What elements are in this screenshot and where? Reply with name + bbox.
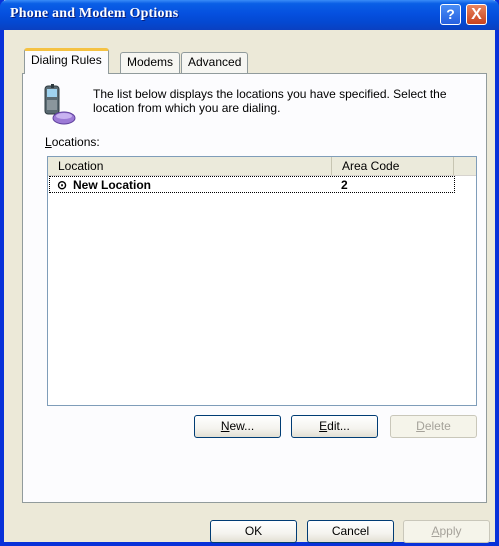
list-item[interactable]: ⊙ New Location 2 [49, 176, 455, 193]
new-button-rest: ew... [229, 419, 255, 433]
help-icon: ? [446, 6, 455, 22]
locations-list[interactable]: Location Area Code ⊙ New Location 2 [47, 156, 477, 406]
title-bar[interactable]: Phone and Modem Options ? X [0, 0, 499, 30]
delete-button-accel: D [416, 419, 425, 433]
phone-modem-options-dialog: Phone and Modem Options ? X Dialing Rule… [0, 0, 499, 546]
dialing-rules-panel: The list below displays the locations yo… [22, 73, 487, 503]
delete-button-rest: elete [424, 419, 451, 433]
locations-label-accel: L [45, 135, 52, 149]
apply-button-accel: A [431, 524, 440, 538]
tab-modems[interactable]: Modems [120, 52, 181, 73]
cell-phone-icon [44, 84, 76, 125]
delete-button[interactable]: Delete [390, 415, 477, 438]
close-button[interactable]: X [466, 4, 487, 25]
cancel-button[interactable]: Cancel [307, 520, 394, 543]
apply-button-rest: pply [439, 524, 462, 538]
column-header-area-code[interactable]: Area Code [332, 157, 454, 175]
edit-button[interactable]: Edit... [291, 415, 378, 438]
column-header-location[interactable]: Location [48, 157, 332, 175]
list-header: Location Area Code [48, 157, 476, 176]
tab-label: Modems [127, 55, 174, 69]
dialog-client-area: Dialing Rules Modems Advanced The list b… [4, 30, 495, 543]
location-radio-icon: ⊙ [57, 178, 68, 192]
tab-advanced[interactable]: Advanced [181, 52, 249, 73]
help-button[interactable]: ? [440, 4, 461, 25]
locations-label-rest: ocations: [51, 135, 100, 149]
apply-button[interactable]: Apply [403, 520, 490, 543]
close-icon: X [471, 6, 482, 23]
edit-button-rest: dit... [327, 419, 350, 433]
new-button[interactable]: New... [194, 415, 281, 438]
tab-label: Dialing Rules [31, 53, 102, 67]
ok-button[interactable]: OK [210, 520, 297, 543]
edit-button-accel: E [319, 419, 328, 433]
location-name: New Location [73, 178, 152, 192]
dialing-rules-description: The list below displays the locations yo… [93, 87, 447, 115]
window-title: Phone and Modem Options [10, 6, 179, 21]
tab-dialing-rules[interactable]: Dialing Rules [24, 48, 109, 74]
tab-label: Advanced [188, 55, 242, 69]
locations-label: Locations: [45, 135, 100, 149]
location-area-code: 2 [341, 178, 348, 192]
